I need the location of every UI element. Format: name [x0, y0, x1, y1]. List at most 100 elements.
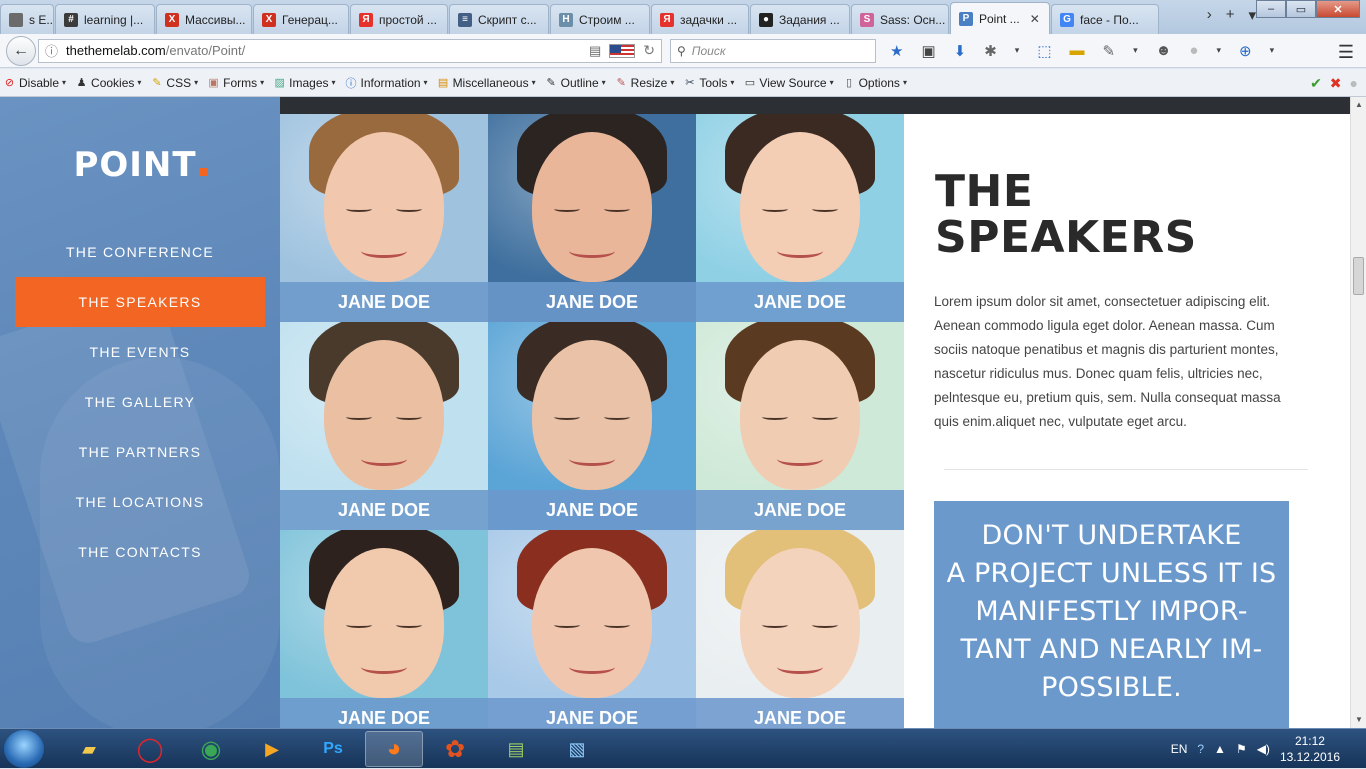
photoshop-taskbar-icon[interactable]: Ps — [304, 731, 362, 767]
reload-icon[interactable]: ↻ — [643, 42, 655, 59]
devbar-information-menu[interactable]: ⓘ Information ▾ — [345, 76, 428, 90]
hamburger-menu-icon[interactable]: ☰ — [1338, 42, 1354, 63]
scroll-down-arrow-icon[interactable]: ▼ — [1351, 712, 1366, 728]
browser-tab[interactable]: ≡ Скрипт с... — [449, 4, 549, 34]
devbar-css-menu[interactable]: ✎ CSS ▾ — [150, 76, 198, 90]
browser-tab[interactable]: Gface - По... — [1051, 4, 1159, 34]
menu-item-conference[interactable]: THE CONFERENCE — [15, 227, 265, 277]
tray-expand-icon[interactable]: ▲ — [1214, 742, 1226, 756]
target-icon[interactable]: ⊕ — [1239, 42, 1252, 60]
us-flag-icon[interactable] — [609, 43, 636, 58]
speaker-card[interactable]: JANE DOE — [280, 530, 488, 728]
devbar-resize-menu[interactable]: ✎ Resize ▾ — [615, 76, 675, 90]
devbar-tools-menu[interactable]: ✂ Tools ▾ — [683, 76, 734, 90]
site-logo[interactable]: POINT — [0, 145, 280, 185]
addon-icon[interactable]: ✱ — [984, 42, 997, 60]
devbar-cookies-menu[interactable]: ♟ Cookies ▾ — [75, 76, 142, 90]
new-tab-icon[interactable]: + — [1226, 6, 1235, 24]
devbar-options-menu[interactable]: ▯ Options ▾ — [843, 76, 907, 90]
selector-icon[interactable]: ⬚ — [1037, 42, 1051, 60]
closed-eye — [396, 414, 422, 420]
speaker-card[interactable]: JANE DOE — [696, 530, 904, 728]
speaker-card[interactable]: JANE DOE — [696, 322, 904, 530]
menu-item-locations[interactable]: THE LOCATIONS — [15, 477, 265, 527]
help-icon[interactable]: ? — [1197, 742, 1204, 756]
search-box[interactable]: ⚲ Поиск — [670, 38, 876, 63]
browser-tab[interactable]: Х Массивы... — [156, 4, 252, 34]
browser-tab[interactable]: Х Генерац... — [253, 4, 349, 34]
language-indicator[interactable]: EN — [1171, 742, 1188, 756]
bookmarks-list-icon[interactable]: ▣ — [921, 42, 935, 60]
browser-tab[interactable]: s E... — [0, 4, 54, 34]
menu-item-partners[interactable]: THE PARTNERS — [15, 427, 265, 477]
face-addon-icon[interactable]: ☻ — [1156, 42, 1172, 59]
firefox-taskbar-icon[interactable]: ◕ — [365, 731, 423, 767]
maximize-button[interactable]: ▭ — [1286, 0, 1316, 18]
notepad-taskbar-icon[interactable]: ▤ — [487, 731, 545, 767]
speaker-card[interactable]: JANE DOE — [280, 114, 488, 322]
devbar-menu-label: Disable — [19, 75, 60, 90]
volume-icon[interactable]: ◀) — [1257, 742, 1270, 756]
devbar-view-source-menu[interactable]: ▭ View Source ▾ — [743, 76, 834, 90]
dropdown-arrow-icon: ▾ — [423, 78, 428, 87]
flag-icon[interactable]: ⚑ — [1236, 742, 1247, 756]
media-center-taskbar-icon[interactable]: ✿ — [426, 731, 484, 767]
page-scrollbar[interactable]: ▲ ▼ — [1350, 97, 1366, 728]
clock[interactable]: 21:12 13.12.2016 — [1280, 733, 1340, 765]
speaker-card[interactable]: JANE DOE — [488, 530, 696, 728]
speaker-card[interactable]: JANE DOE — [696, 114, 904, 322]
speaker-card[interactable]: JANE DOE — [280, 322, 488, 530]
menu-item-events[interactable]: THE EVENTS — [15, 327, 265, 377]
eyedropper-dropdown-icon[interactable]: ▾ — [1133, 45, 1138, 56]
list-tabs-icon[interactable]: ▾ — [1248, 6, 1256, 24]
browser-tab[interactable]: Япростой ... — [350, 4, 448, 34]
paint-taskbar-icon[interactable]: ▧ — [548, 731, 606, 767]
scrollbar-thumb[interactable] — [1353, 257, 1364, 295]
chrome-taskbar-icon[interactable]: ◉ — [182, 731, 240, 767]
browser-tab[interactable]: P Point ... ✕ — [950, 2, 1050, 34]
speaker-card[interactable]: JANE DOE — [488, 114, 696, 322]
browser-tab[interactable]: H Строим ... — [550, 4, 650, 34]
devbar-images-menu[interactable]: ▨ Images ▾ — [273, 76, 335, 90]
address-bar[interactable]: ⓘ thethemelab.com/envato/Point/ ▤ ↻ — [38, 38, 662, 63]
devbar-disable-menu[interactable]: ⊘ Disable ▾ — [3, 76, 66, 90]
devbar-forms-menu[interactable]: ▣ Forms ▾ — [207, 76, 264, 90]
minimize-button[interactable]: – — [1256, 0, 1286, 18]
close-window-button[interactable]: ✕ — [1316, 0, 1360, 18]
browser-tab[interactable]: ● Задания ... — [750, 4, 850, 34]
eyedropper-icon[interactable]: ✎ — [1103, 42, 1116, 60]
target-dropdown-icon[interactable]: ▾ — [1270, 45, 1275, 56]
ruler-icon[interactable]: ▬ — [1070, 42, 1085, 59]
scroll-tabs-right-icon[interactable]: › — [1207, 6, 1212, 24]
quote-box: DON'T UNDERTAKE A PROJECT UNLESS IT IS MAN… — [934, 501, 1289, 728]
bookmark-star-icon[interactable]: ★ — [890, 42, 903, 60]
back-button[interactable]: ← — [6, 35, 36, 66]
devbar-miscellaneous-menu[interactable]: ▤ Miscellaneous ▾ — [437, 76, 536, 90]
devbar-outline-menu[interactable]: ✎ Outline ▾ — [545, 76, 606, 90]
browser-tab[interactable]: S Sass: Осн... — [851, 4, 949, 34]
opera-taskbar-icon[interactable]: ◯ — [121, 731, 179, 767]
scroll-up-arrow-icon[interactable]: ▲ — [1351, 97, 1366, 113]
circle-dropdown-icon[interactable]: ▾ — [1216, 45, 1221, 56]
explorer-taskbar-icon[interactable]: ▰ — [60, 731, 118, 767]
speaker-face — [740, 548, 860, 698]
status-circle-icon[interactable]: ● — [1350, 75, 1358, 92]
reader-view-icon[interactable]: ▤ — [589, 43, 601, 59]
menu-item-contacts[interactable]: THE CONTACTS — [15, 527, 265, 577]
check-icon[interactable]: ✔ — [1310, 75, 1322, 92]
speaker-card[interactable]: JANE DOE — [488, 322, 696, 530]
close-tab-icon[interactable]: ✕ — [1030, 12, 1040, 26]
circle-addon-icon[interactable]: ● — [1189, 42, 1198, 59]
browser-tab[interactable]: Язадачки ... — [651, 4, 749, 34]
media-player-taskbar-icon[interactable]: ▶ — [243, 731, 301, 767]
menu-item-gallery[interactable]: THE GALLERY — [15, 377, 265, 427]
start-button[interactable] — [4, 730, 44, 768]
info-icon[interactable]: ⓘ — [45, 41, 58, 60]
error-icon[interactable]: ✖ — [1330, 75, 1342, 92]
menu-item-speakers[interactable]: THE SPEAKERS — [15, 277, 265, 327]
tab-favicon-icon: Я — [359, 12, 373, 27]
addon-dropdown-icon[interactable]: ▾ — [1015, 45, 1020, 56]
browser-tab[interactable]: # learning |... — [55, 4, 155, 34]
downloads-icon[interactable]: ⬇ — [954, 42, 967, 60]
tab-label: s E... — [29, 12, 54, 27]
